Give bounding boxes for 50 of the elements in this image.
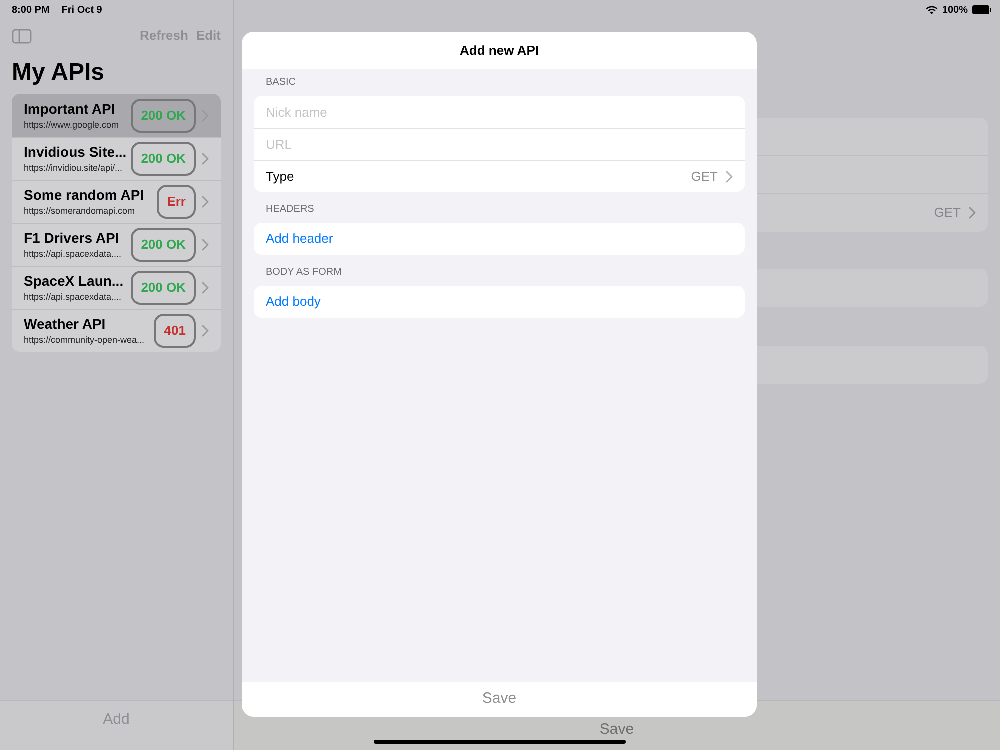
status-badge: 200 OK [131, 142, 196, 176]
chevron-icon [202, 282, 209, 294]
chevron-icon [202, 325, 209, 337]
api-list-item[interactable]: Weather API https://community-open-wea... 401 [12, 309, 221, 352]
add-link-button[interactable]: Add body [266, 292, 321, 312]
api-list-item[interactable]: Important API https://www.google.com 200 OK [12, 94, 221, 137]
wifi-icon [926, 6, 938, 14]
status-badge: 200 OK [131, 98, 196, 132]
type-picker-row[interactable]: Type GET [254, 160, 745, 192]
row-value: GET [691, 168, 718, 186]
status-badge: 200 OK [131, 271, 196, 305]
sidebar-toggle-icon[interactable] [12, 28, 32, 44]
api-url: https://api.spacexdata.... [24, 291, 123, 304]
api-url: https://www.google.com [24, 118, 120, 132]
modal-title: Add new API [460, 42, 539, 60]
chevron-icon [726, 170, 733, 182]
api-url: https://invidiou.site/api/... [24, 162, 124, 175]
chevron-icon [202, 153, 209, 165]
chevron-icon [202, 239, 209, 251]
status-badge: Err [157, 185, 196, 219]
battery-percent: 100% [942, 4, 968, 18]
api-url: https://somerandomapi.com [24, 205, 136, 218]
row-label: Type [266, 168, 294, 186]
api-list-item[interactable]: SpaceX Laun... https://api.spacexdata.... 200 OK [12, 266, 221, 309]
status-date: Fri Oct 9 [62, 4, 102, 18]
status-badge: 200 OK [131, 228, 196, 262]
section-header: HEADERS [265, 204, 316, 216]
api-name: Some random API [24, 186, 146, 204]
api-name: Invidious Site... [24, 143, 128, 161]
chevron-icon [969, 207, 976, 219]
api-list-item[interactable]: Invidious Site... https://invidiou.site/api/... 200 OK [12, 137, 221, 180]
add-link-button[interactable]: Add header [266, 229, 334, 249]
text-field[interactable]: Nick name [254, 96, 745, 128]
battery-icon [972, 5, 992, 15]
text-field[interactable]: URL [254, 128, 745, 160]
api-list-item[interactable]: Some random API https://somerandomapi.com Err [12, 180, 221, 223]
status-time: 8:00 PM [12, 4, 50, 18]
api-name: F1 Drivers API [24, 229, 120, 247]
api-url: https://community-open-wea... [24, 334, 146, 347]
api-name: Weather API [24, 315, 107, 333]
section-header: BASIC [265, 77, 298, 89]
api-name: SpaceX Laun... [24, 272, 125, 290]
sidebar-title: My APIs [11, 58, 106, 88]
chevron-icon [202, 196, 209, 208]
api-list-item[interactable]: F1 Drivers API https://api.spacexdata.... 200 OK [12, 223, 221, 266]
api-url: https://api.spacexdata.... [24, 248, 123, 261]
section-header: BODY AS FORM [265, 267, 343, 279]
status-badge: 401 [154, 314, 196, 348]
api-name: Important API [24, 100, 116, 118]
type-value: GET [934, 204, 961, 222]
